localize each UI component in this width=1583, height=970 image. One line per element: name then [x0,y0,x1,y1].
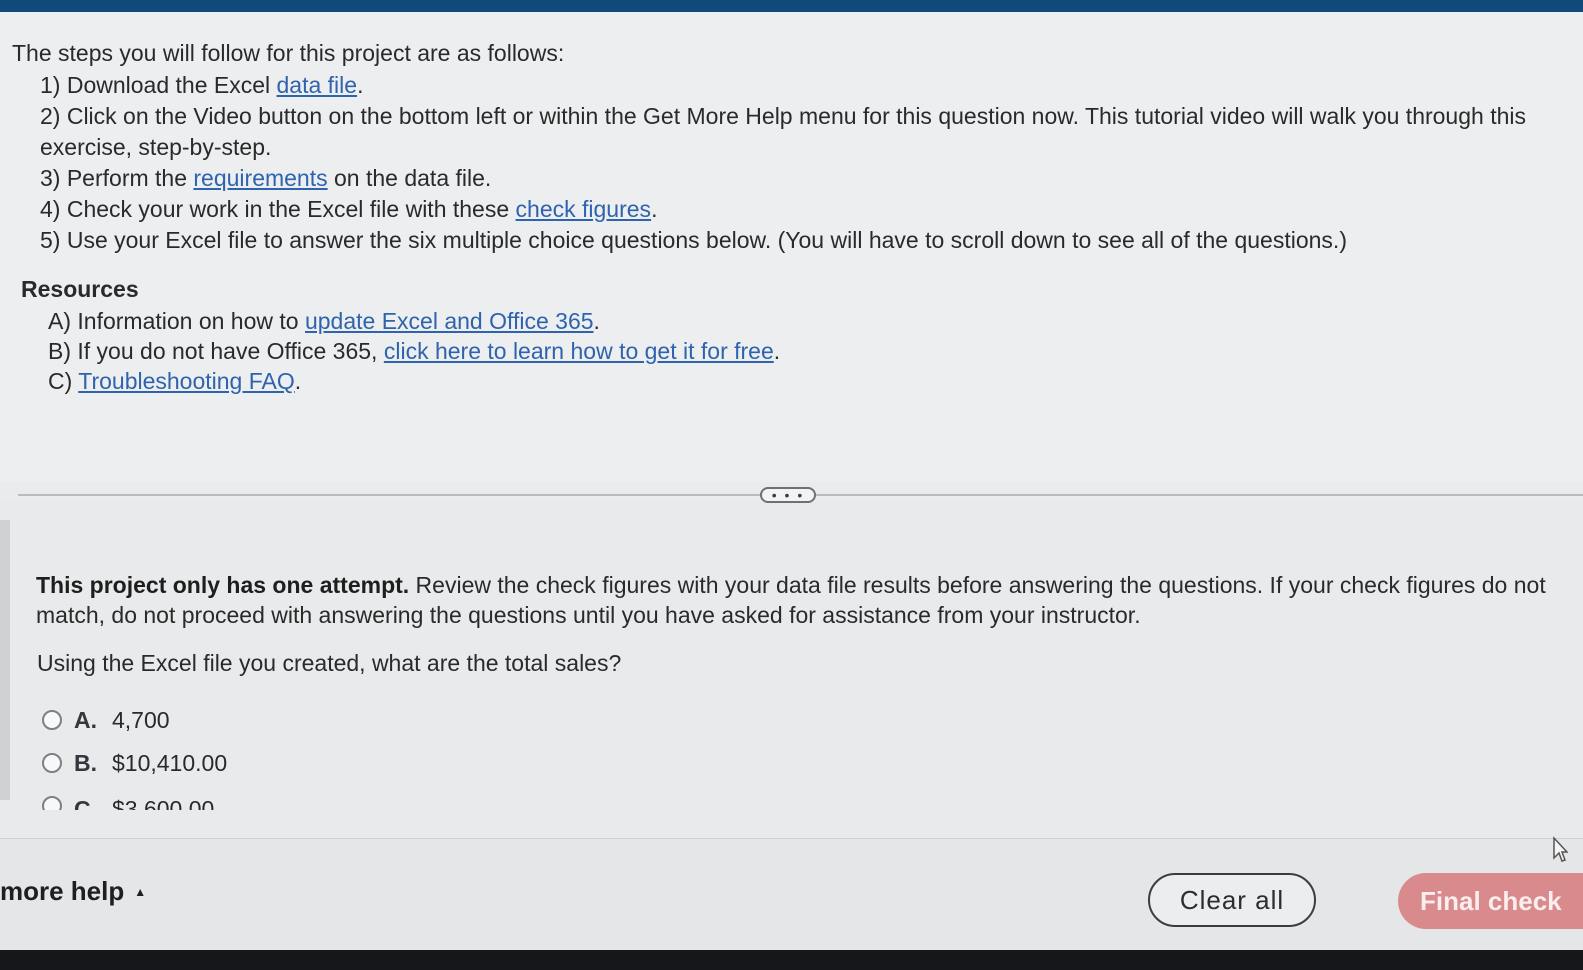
more-help-label: more help [0,876,125,906]
step-5: 5) Use your Excel file to answer the six… [40,227,1347,253]
choice-b[interactable]: B. $10,410.00 [42,749,227,777]
check-figures-link[interactable]: check figures [516,196,652,222]
resource-c-text: C) [48,368,79,394]
step-3-end: on the data file. [327,165,492,191]
choice-a-letter: A. [74,706,97,733]
choice-c[interactable]: C. $3,600.00 [42,796,214,810]
step-1: 1) Download the Excel data file. [40,70,1570,101]
resource-a-text: A) Information on how to [48,308,305,334]
question-text: Using the Excel file you created, what a… [37,650,622,676]
radio-b[interactable] [42,753,62,773]
caret-up-icon: ▲ [134,884,147,899]
resource-a: A) Information on how to update Excel an… [48,306,780,336]
requirements-link[interactable]: requirements [193,165,327,191]
footer-bar [0,838,1583,951]
resources-title: Resources [21,276,139,302]
pane-resize-handle[interactable]: • • • [760,487,816,503]
step-4-text: 4) Check your work in the Excel file wit… [40,196,516,222]
update-excel-link[interactable]: update Excel and Office 365 [305,308,594,334]
step-2: 2) Click on the Video button on the bott… [40,103,1526,160]
resource-c-end: . [294,368,302,394]
choice-c-value: $3,600.00 [112,796,215,810]
radio-a[interactable] [42,710,62,730]
screen: The steps you will follow for this proje… [0,0,1583,970]
step-4: 4) Check your work in the Excel file wit… [40,194,1570,225]
resource-a-end: . [593,308,600,334]
left-scroll-edge [0,520,10,800]
screen-bezel [0,950,1583,970]
step-3: 3) Perform the requirements on the data … [40,163,1570,194]
choice-b-letter: B. [74,749,97,776]
step-4-end: . [651,196,658,222]
resource-b-end: . [773,338,781,364]
mouse-pointer-icon [1553,836,1568,862]
step-1-end: . [357,72,364,98]
choice-a[interactable]: A. 4,700 [42,706,170,734]
resource-c: C) Troubleshooting FAQ. [48,366,780,396]
data-file-link[interactable]: data file [277,72,358,98]
resource-b: B) If you do not have Office 365, click … [48,336,780,366]
troubleshooting-faq-link[interactable]: Troubleshooting FAQ [78,368,295,394]
attempt-notice: This project only has one attempt. Revie… [36,570,1556,630]
step-1-text: 1) Download the Excel [40,72,277,98]
final-check-button[interactable]: Final check [1398,873,1583,929]
get-office-free-link[interactable]: click here to learn how to get it for fr… [384,338,774,364]
more-help-button[interactable]: more help ▲ [0,876,146,907]
radio-c[interactable] [42,796,62,810]
attempt-notice-bold: This project only has one attempt. [36,572,410,598]
resource-b-text: B) If you do not have Office 365, [48,338,384,364]
top-bar [0,0,1583,12]
intro-text: The steps you will follow for this proje… [12,40,565,66]
step-3-text: 3) Perform the [40,165,194,191]
resources-list: A) Information on how to update Excel an… [48,306,780,396]
steps-list: 1) Download the Excel data file. 2) Clic… [40,70,1570,256]
choice-b-value: $10,410.00 [112,749,228,776]
clear-all-button[interactable]: Clear all [1148,873,1316,927]
choice-a-value: 4,700 [112,706,170,733]
choice-c-letter: C. [74,796,97,810]
